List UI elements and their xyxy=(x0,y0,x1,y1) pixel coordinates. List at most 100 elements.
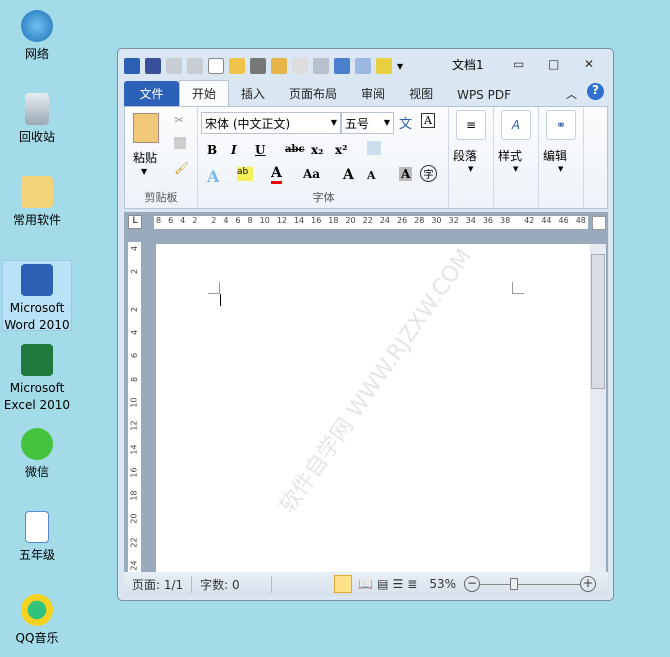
ruler-tick-label: 2 xyxy=(130,269,139,275)
character-shading-icon[interactable]: A xyxy=(399,167,413,181)
format-painter-icon[interactable]: 🖌 xyxy=(174,161,189,175)
document-page[interactable]: 软件自学网 WWW.RJZXW.COM xyxy=(156,244,606,572)
copy-icon[interactable] xyxy=(174,137,186,149)
tab-file[interactable]: 文件 xyxy=(124,81,179,106)
page-count[interactable]: 页面: 1/1 xyxy=(124,575,193,593)
desktop-icon-word[interactable]: Microsoft Word 2010 xyxy=(2,260,72,332)
italic-button[interactable]: I xyxy=(231,143,237,157)
folder-icon[interactable] xyxy=(271,58,287,74)
strikethrough-button[interactable]: abc xyxy=(285,144,305,155)
ruler-tick-label: 20 xyxy=(345,216,356,225)
spelling-icon[interactable] xyxy=(334,58,350,74)
ruler-tick-label: 34 xyxy=(465,216,476,225)
maximize-button[interactable]: □ xyxy=(548,57,559,71)
desktop-icon-network[interactable]: 网络 xyxy=(2,10,72,63)
font-label: 字体 xyxy=(312,191,335,204)
print-icon[interactable] xyxy=(250,58,266,74)
print-preview-icon[interactable] xyxy=(292,58,308,74)
outline-icon[interactable]: ☰ xyxy=(393,577,404,591)
underline-button[interactable]: U xyxy=(255,143,265,157)
excel-icon xyxy=(21,344,53,376)
shrink-font-button[interactable]: A xyxy=(367,169,376,182)
horizontal-ruler[interactable]: 8 6 4 2 2 4 6 8 10 12 14 16 18 20 22 24 26 28 30 32 34 36 38 42… xyxy=(154,216,588,229)
draft-icon[interactable]: ≣ xyxy=(407,577,417,591)
font-color-icon[interactable]: A xyxy=(271,165,282,184)
form-icon[interactable] xyxy=(355,58,371,74)
enclose-characters-icon[interactable]: 字 xyxy=(420,165,437,182)
open-icon[interactable] xyxy=(229,58,245,74)
save-icon[interactable] xyxy=(145,58,161,74)
ruler-tick-label: 6 xyxy=(168,216,174,225)
vertical-ruler[interactable]: 4 2 2 4 6 8 10 12 14 16 18 20 22 24 xyxy=(128,242,141,572)
zoom-in-button[interactable]: + xyxy=(580,576,596,592)
text-effects-icon[interactable]: A xyxy=(207,167,219,186)
tab-home[interactable]: 开始 xyxy=(179,80,230,106)
desktop-icon-recycle-bin[interactable]: 回收站 xyxy=(2,93,72,146)
web-layout-icon[interactable]: ▤ xyxy=(377,577,388,591)
ruler-tick-label: 28 xyxy=(414,216,425,225)
undo-icon[interactable] xyxy=(166,58,182,74)
tab-view[interactable]: 视图 xyxy=(397,81,445,106)
desktop-icon-excel[interactable]: Microsoft Excel 2010 xyxy=(2,344,72,414)
paste-icon[interactable] xyxy=(133,113,159,143)
full-screen-reading-icon[interactable]: 📖 xyxy=(358,577,373,591)
cut-icon[interactable]: ✂ xyxy=(174,113,184,127)
ruler-tick-label: 24 xyxy=(130,560,139,571)
tab-wps-pdf[interactable]: WPS PDF xyxy=(445,84,523,106)
font-size-select[interactable]: 五号 ▼ xyxy=(341,112,394,134)
ribbon-tabs: 文件 开始 插入 页面布局 审阅 视图 WPS PDF xyxy=(124,80,523,106)
zoom-slider[interactable] xyxy=(480,577,580,590)
view-ruler-icon[interactable] xyxy=(592,216,606,230)
tab-review[interactable]: 审阅 xyxy=(349,81,397,106)
character-border-icon[interactable]: A xyxy=(421,113,435,128)
ruler-tick-label: 4 xyxy=(180,216,186,225)
desktop-icon-doc[interactable]: 五年级 xyxy=(2,511,72,564)
font-name-select[interactable]: 宋体 (中文正文) ▼ xyxy=(201,112,341,134)
ruler-tick-label: 14 xyxy=(293,216,305,225)
desktop-icon-folder[interactable]: 常用软件 xyxy=(2,176,72,229)
document-area: 8 6 4 2 2 4 6 8 10 12 14 16 18 20 22 24 26 28 30 32 34 36 38 42… xyxy=(124,212,608,572)
tab-page-layout[interactable]: 页面布局 xyxy=(277,81,349,106)
desktop-icon-wechat[interactable]: 微信 xyxy=(2,428,72,481)
clear-formatting-icon[interactable] xyxy=(367,141,381,155)
minimize-button[interactable]: ▭ xyxy=(513,57,524,71)
tab-selector[interactable]: L xyxy=(128,215,142,229)
new-document-icon[interactable] xyxy=(208,58,224,74)
ruler-tick-label: 18 xyxy=(328,216,339,225)
subscript-button[interactable]: x₂ xyxy=(311,143,323,157)
word-count[interactable]: 字数: 0 xyxy=(192,575,273,593)
styles-label: 样式 xyxy=(498,149,523,163)
tab-insert[interactable]: 插入 xyxy=(229,81,277,106)
ruler-tick-label: 4 xyxy=(223,216,229,225)
zoom-level[interactable]: 53% xyxy=(429,577,456,591)
attach-icon[interactable] xyxy=(313,58,329,74)
ruler-tick-label: 12 xyxy=(130,420,139,431)
zoom-out-button[interactable]: − xyxy=(464,576,480,592)
customize-qat-icon[interactable]: ▾ xyxy=(397,59,403,73)
close-button[interactable]: ✕ xyxy=(584,57,594,71)
vertical-scrollbar[interactable] xyxy=(590,244,606,572)
paste-button[interactable]: 粘贴 xyxy=(133,149,157,166)
desktop-icon-qqmusic[interactable]: QQ音乐 xyxy=(2,594,72,647)
styles-group[interactable]: A 样式 ▼ xyxy=(495,107,539,208)
paste-dropdown-icon[interactable]: ▼ xyxy=(141,167,147,176)
styles-dropdown-icon: ▼ xyxy=(513,165,519,173)
editing-group[interactable]: ⚭ 编辑 ▼ xyxy=(540,107,584,208)
print-layout-icon[interactable] xyxy=(334,575,353,593)
paragraph-group[interactable]: ≡ 段落 ▼ xyxy=(450,107,494,208)
highlight-icon[interactable]: ab xyxy=(237,167,253,181)
collapse-ribbon-icon[interactable]: ︿ xyxy=(566,86,577,102)
zoom-slider-thumb[interactable] xyxy=(510,577,518,590)
bold-button[interactable]: B xyxy=(207,143,217,157)
superscript-button[interactable]: x² xyxy=(335,143,347,157)
ruler-tick-label: 2 xyxy=(211,216,217,225)
scrollbar-thumb[interactable] xyxy=(591,254,605,389)
grow-font-button[interactable]: A xyxy=(343,167,354,183)
help-icon[interactable]: ? xyxy=(587,83,604,100)
paragraph-dropdown-icon: ▼ xyxy=(468,165,474,173)
diagram-icon[interactable] xyxy=(376,58,392,74)
redo-icon[interactable] xyxy=(187,58,203,74)
phonetic-guide-icon[interactable]: 文 xyxy=(399,113,412,132)
change-case-button[interactable]: Aa xyxy=(303,167,320,181)
quick-access-toolbar: ▾ xyxy=(124,55,403,77)
